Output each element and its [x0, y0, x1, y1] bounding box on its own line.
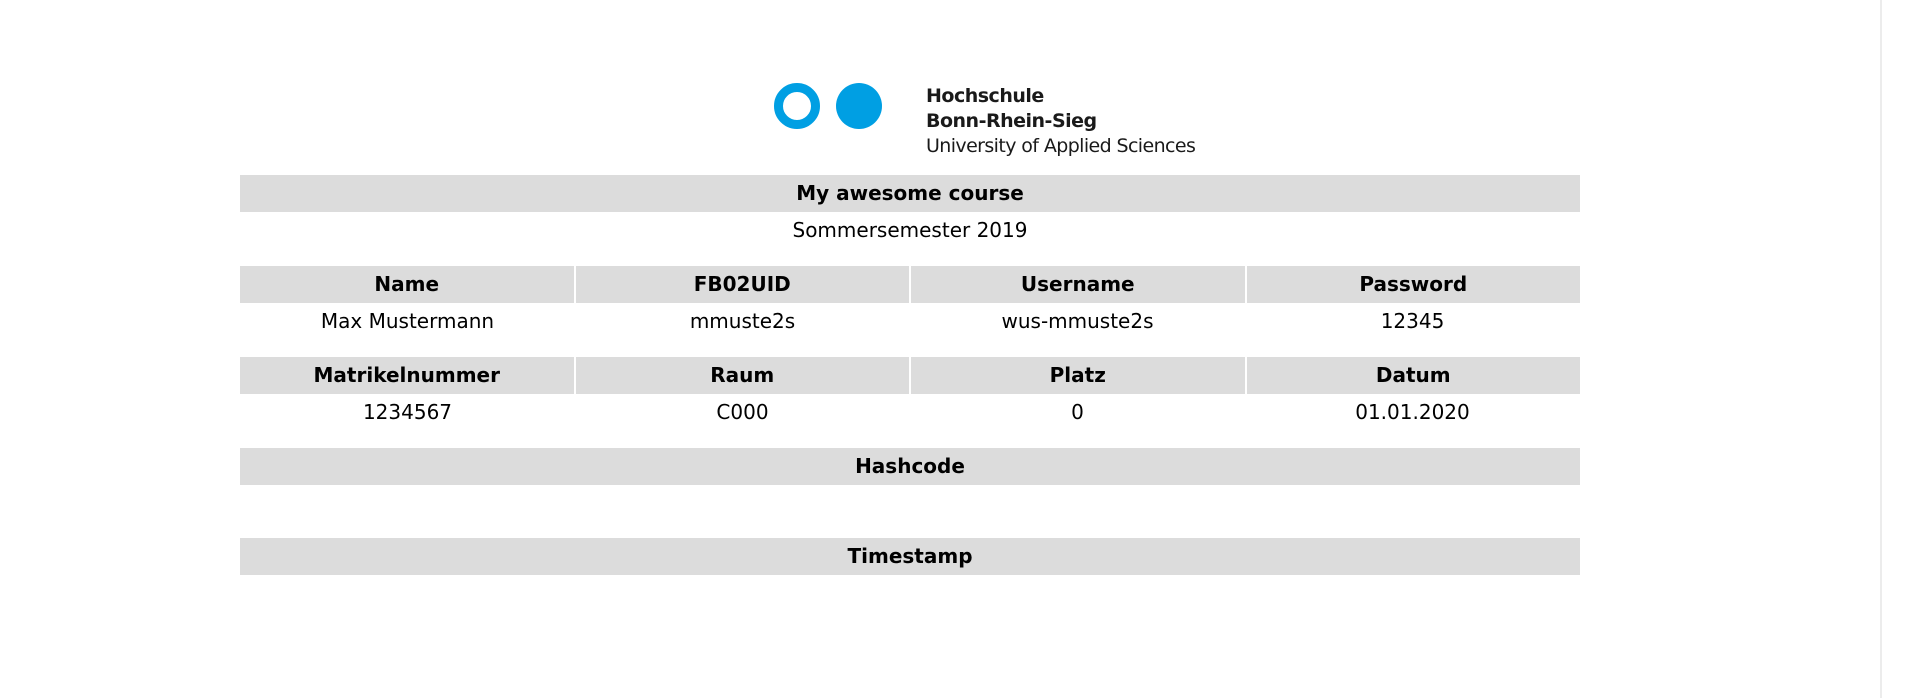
- value-username: wus-mmuste2s: [1001, 309, 1154, 333]
- university-logo: Hochschule Bonn-Rhein-Sieg University of…: [774, 82, 1204, 162]
- value-name: Max Mustermann: [320, 309, 495, 333]
- header-platz: Platz: [909, 357, 1245, 394]
- account-value-row: Max Mustermann mmuste2s wus-mmuste2s 123…: [240, 303, 1580, 340]
- header-matrikelnummer: Matrikelnummer: [313, 363, 500, 387]
- header-name: Name: [374, 272, 440, 296]
- logo-line-3: University of Applied Sciences: [926, 135, 1196, 157]
- exam-header-row: Matrikelnummer Raum Platz Datum: [240, 357, 1580, 394]
- hashcode-value: [240, 485, 1580, 538]
- hashcode-label: Hashcode: [240, 448, 1580, 485]
- header-password: Password: [1244, 266, 1581, 303]
- logo-rings-icon: [774, 83, 882, 129]
- value-matrikelnummer: 1234567: [362, 400, 453, 424]
- page-edge-divider: [1880, 0, 1882, 698]
- account-header-row: Name FB02UID Username Password: [240, 266, 1580, 303]
- logo-line-2: Bonn-Rhein-Sieg: [926, 110, 1097, 132]
- exam-value-row: 1234567 C000 0 01.01.2020: [240, 394, 1580, 431]
- header-fb02uid: FB02UID: [573, 266, 910, 303]
- logo-wordmark: Hochschule Bonn-Rhein-Sieg University of…: [926, 84, 1196, 159]
- header-username: Username: [909, 266, 1245, 303]
- timestamp-value: [240, 575, 1580, 612]
- value-password: 12345: [1380, 309, 1445, 333]
- value-datum: 01.01.2020: [1355, 400, 1470, 424]
- header-raum: Raum: [573, 357, 910, 394]
- header-datum: Datum: [1244, 357, 1581, 394]
- course-sheet: My awesome course Sommersemester 2019 Na…: [240, 175, 1580, 612]
- course-title: My awesome course: [240, 175, 1580, 212]
- logo-line-1: Hochschule: [926, 85, 1044, 107]
- course-semester: Sommersemester 2019: [792, 218, 1028, 242]
- value-raum: C000: [716, 400, 769, 424]
- value-fb02uid: mmuste2s: [689, 309, 796, 333]
- timestamp-label: Timestamp: [240, 538, 1580, 575]
- value-platz: 0: [1071, 400, 1084, 424]
